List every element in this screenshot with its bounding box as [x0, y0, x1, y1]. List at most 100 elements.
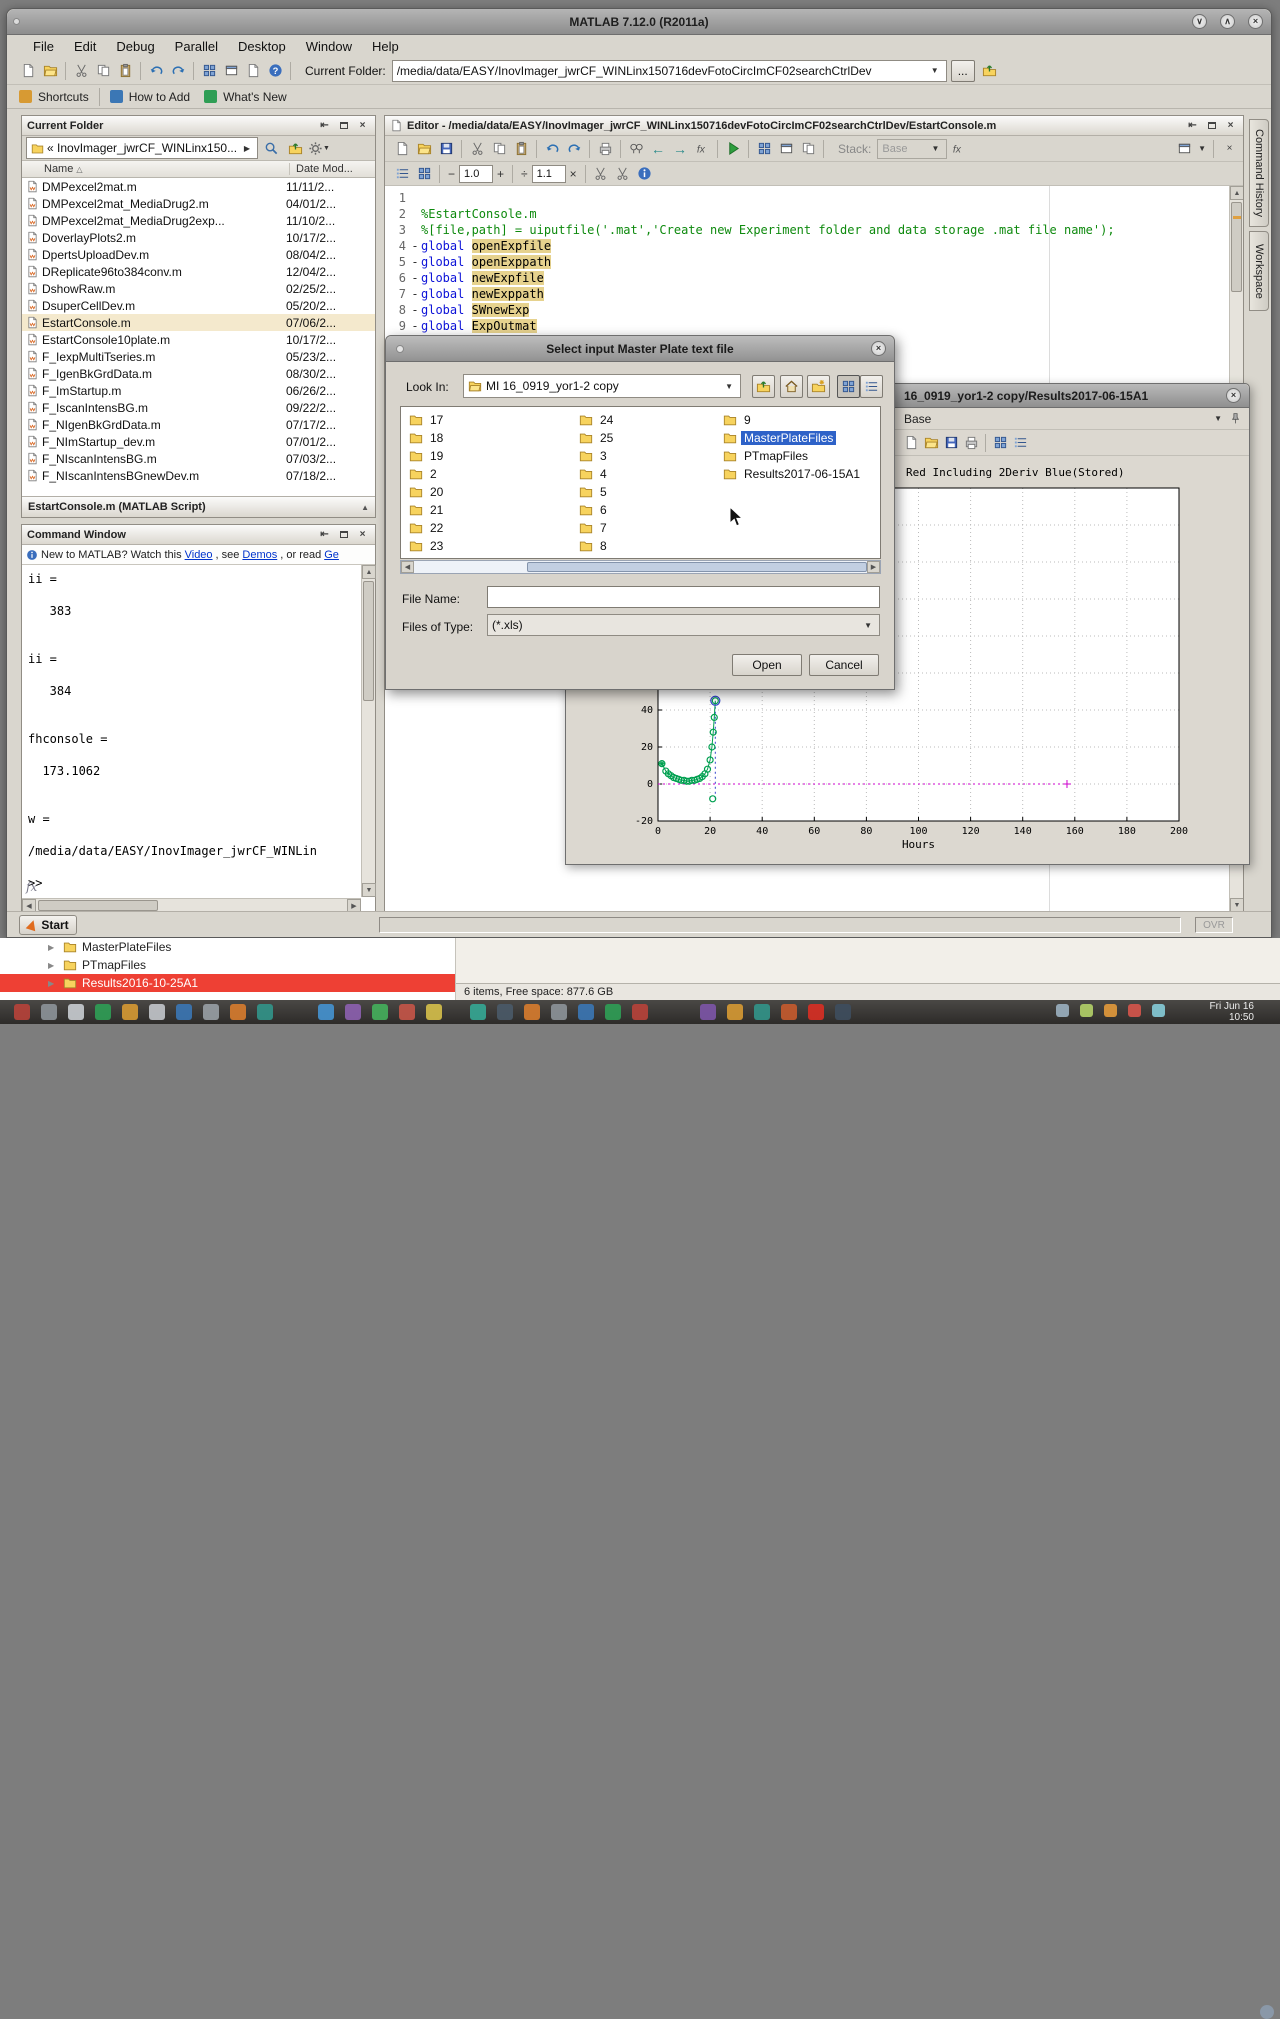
- app-icon[interactable]: [95, 1004, 111, 1020]
- search-icon[interactable]: [260, 137, 282, 159]
- undo-icon[interactable]: [145, 60, 167, 82]
- app-icon[interactable]: [754, 1004, 770, 1020]
- dock-icon[interactable]: ⇤: [1185, 119, 1200, 132]
- close-panel-icon[interactable]: ×: [355, 528, 370, 541]
- app-icon[interactable]: [578, 1004, 594, 1020]
- close-document-icon[interactable]: ×: [1222, 142, 1237, 155]
- compare-icon[interactable]: [797, 138, 819, 160]
- close-panel-icon[interactable]: ×: [1223, 119, 1238, 132]
- file-row[interactable]: DoverlayPlots2.m 10/17/2...: [22, 229, 375, 246]
- whats-new-link[interactable]: What's New: [223, 90, 287, 104]
- file-row[interactable]: DReplicate96to384conv.m 12/04/2...: [22, 263, 375, 280]
- app-icon[interactable]: [808, 1004, 824, 1020]
- file-row[interactable]: F_NIscanIntensBGnewDev.m 07/18/2...: [22, 467, 375, 484]
- dock-icon[interactable]: ⇤: [317, 528, 332, 541]
- tray-icon[interactable]: [1152, 1004, 1165, 1017]
- expand-triangle-icon[interactable]: ▶: [48, 979, 58, 988]
- grid-view-button[interactable]: [837, 375, 860, 398]
- video-link[interactable]: Video: [185, 549, 213, 561]
- redo-icon[interactable]: [167, 60, 189, 82]
- app-icon[interactable]: [605, 1004, 621, 1020]
- close-figure-icon[interactable]: ×: [1226, 388, 1241, 403]
- app-icon[interactable]: [524, 1004, 540, 1020]
- command-window-header[interactable]: Command Window ⇤ ×: [22, 525, 375, 545]
- close-button[interactable]: ×: [1248, 14, 1263, 29]
- cut-icon[interactable]: [70, 60, 92, 82]
- new-figure-icon[interactable]: [901, 433, 921, 453]
- menu-item[interactable]: Edit: [66, 37, 104, 56]
- save-icon[interactable]: [435, 138, 457, 160]
- expand-triangle-icon[interactable]: ▶: [48, 961, 58, 970]
- file-name-input[interactable]: [487, 586, 880, 608]
- app-icon[interactable]: [257, 1004, 273, 1020]
- figure-stack-value[interactable]: Base: [904, 412, 931, 426]
- stack-combo[interactable]: Base ▼: [877, 139, 947, 159]
- tab-command-history[interactable]: Command History: [1249, 119, 1269, 227]
- clock[interactable]: Fri Jun 16 10:50: [1210, 1001, 1254, 1023]
- print-icon[interactable]: [594, 138, 616, 160]
- breadcrumb[interactable]: « InovImager_jwrCF_WINLinx150... ▶: [26, 137, 258, 159]
- print-figure-icon[interactable]: [961, 433, 981, 453]
- file-row[interactable]: DsuperCellDev.m 05/20/2...: [22, 297, 375, 314]
- window-titlebar[interactable]: MATLAB 7.12.0 (R2011a) ∨ ∧ ×: [7, 9, 1271, 35]
- column-name[interactable]: Name: [44, 163, 73, 175]
- shade-button[interactable]: ∨: [1192, 14, 1207, 29]
- app-icon[interactable]: [345, 1004, 361, 1020]
- open-figure-icon[interactable]: [921, 433, 941, 453]
- collapse-details-icon[interactable]: ▲: [361, 503, 369, 512]
- app-icon[interactable]: [497, 1004, 513, 1020]
- tray-icon[interactable]: [1128, 1004, 1141, 1017]
- folder-item[interactable]: Results2017-06-15A1: [723, 465, 883, 483]
- maximize-button[interactable]: ∧: [1220, 14, 1235, 29]
- insert-cell-icon[interactable]: [391, 163, 413, 185]
- info-icon[interactable]: [634, 163, 656, 185]
- app-icon[interactable]: [835, 1004, 851, 1020]
- value-field-2[interactable]: 1.1: [532, 165, 566, 183]
- file-row[interactable]: F_NImStartup_dev.m 07/01/2...: [22, 433, 375, 450]
- tray-icon[interactable]: [1056, 1004, 1069, 1017]
- browse-folder-button[interactable]: ...: [951, 60, 975, 82]
- app-icon[interactable]: [68, 1004, 84, 1020]
- file-list-columns[interactable]: Name △ Date Mod...: [22, 161, 375, 178]
- app-icon[interactable]: [149, 1004, 165, 1020]
- folder-item[interactable]: 17: [409, 411, 569, 429]
- dialog-file-list[interactable]: 17 18 19 2 20: [400, 406, 881, 559]
- file-row[interactable]: EstartConsole.m 07/06/2...: [22, 314, 375, 331]
- app-icon[interactable]: [176, 1004, 192, 1020]
- dialog-scrollbar[interactable]: ◀ ▶: [400, 560, 881, 574]
- folder-item[interactable]: 2: [409, 465, 569, 483]
- overlay-icon-1[interactable]: [590, 163, 612, 185]
- publish-icon[interactable]: [775, 138, 797, 160]
- folder-item[interactable]: PTmapFiles: [723, 447, 883, 465]
- app-icon[interactable]: [426, 1004, 442, 1020]
- cell-mode-icon[interactable]: [753, 138, 775, 160]
- refresh-folder-icon[interactable]: [284, 137, 306, 159]
- file-row[interactable]: EstartConsole10plate.m 10/17/2...: [22, 331, 375, 348]
- file-row[interactable]: DMPexcel2mat_MediaDrug2exp... 11/10/2...: [22, 212, 375, 229]
- gear-icon[interactable]: ▼: [308, 137, 330, 159]
- command-output[interactable]: ii = 383 ii = 384 fhconsole = 173.1062 w…: [28, 571, 359, 896]
- folder-item[interactable]: 8: [579, 537, 739, 555]
- folder-item[interactable]: 18: [409, 429, 569, 447]
- menu-item[interactable]: Window: [298, 37, 360, 56]
- chevron-down-icon[interactable]: ▼: [1211, 414, 1225, 423]
- files-of-type-combo[interactable]: (*.xls) ▼: [487, 614, 880, 636]
- app-icon[interactable]: [41, 1004, 57, 1020]
- look-in-combo[interactable]: MI 16_0919_yor1-2 copy ▼: [463, 374, 741, 398]
- folder-item[interactable]: 22: [409, 519, 569, 537]
- menu-item[interactable]: Desktop: [230, 37, 294, 56]
- editor-window-menu-icon[interactable]: ▼: [1195, 144, 1209, 153]
- close-dialog-icon[interactable]: ×: [871, 341, 886, 356]
- maximize-panel-icon[interactable]: [336, 528, 351, 541]
- chevron-down-icon[interactable]: ▼: [722, 382, 736, 391]
- home-button[interactable]: [780, 375, 803, 398]
- tree-row[interactable]: ▶ MasterPlateFiles: [0, 938, 455, 956]
- simulink-icon[interactable]: [198, 60, 220, 82]
- tab-workspace[interactable]: Workspace: [1249, 231, 1269, 311]
- show-desktop-icon[interactable]: [1260, 2005, 1274, 2019]
- view-table-icon[interactable]: [1010, 433, 1030, 453]
- folder-item[interactable]: 23: [409, 537, 569, 555]
- cancel-button[interactable]: Cancel: [809, 654, 879, 676]
- getting-started-link[interactable]: Ge: [324, 549, 339, 561]
- current-folder-header[interactable]: Current Folder ⇤ ×: [22, 116, 375, 136]
